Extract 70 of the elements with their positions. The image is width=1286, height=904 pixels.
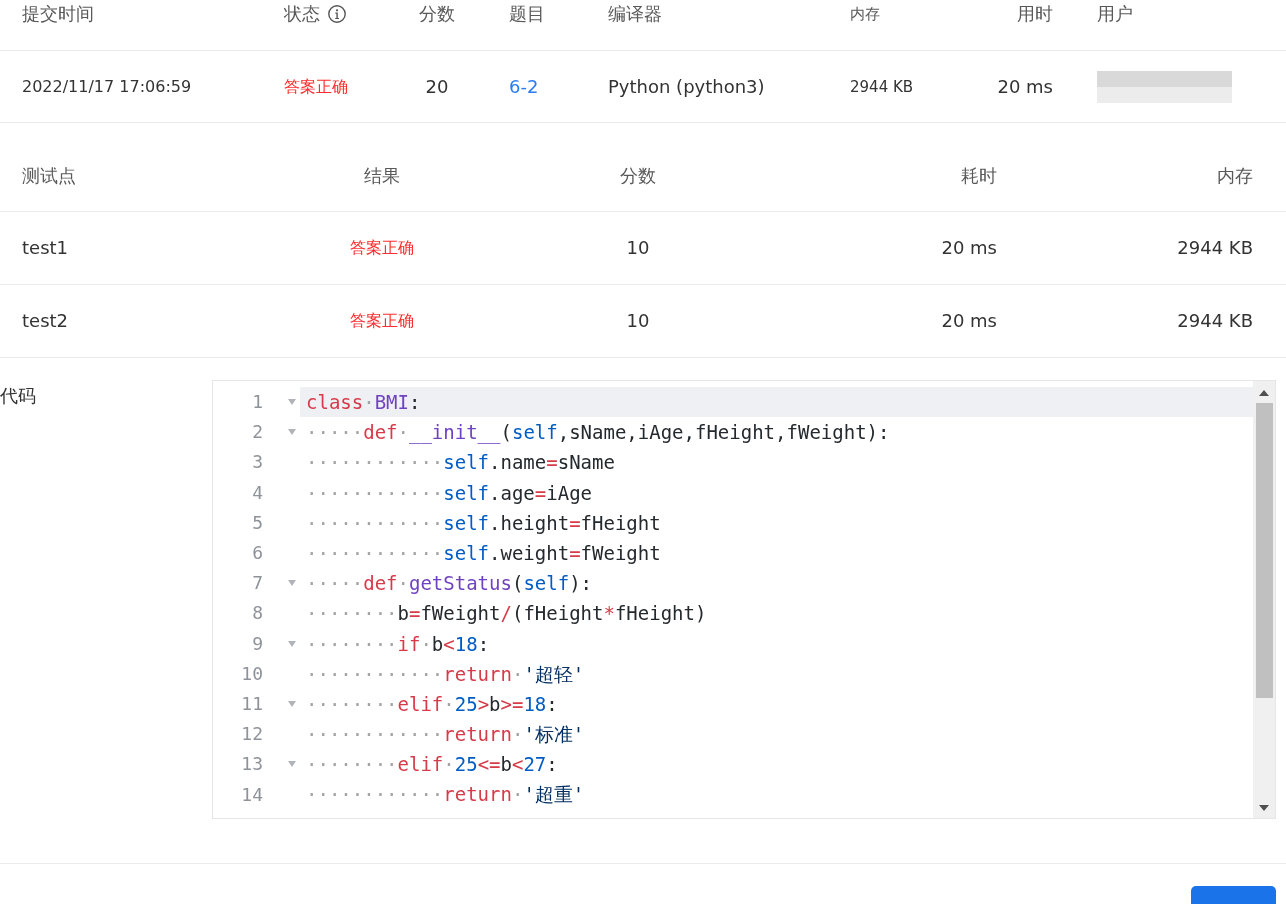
table-cell-text: 2944 KB bbox=[850, 76, 914, 98]
code-line: ············self.height=fHeight bbox=[305, 510, 662, 536]
column-header: 状态 bbox=[284, 2, 320, 26]
column-header: 提交时间 bbox=[22, 2, 94, 26]
column-header: 用时 bbox=[1017, 2, 1053, 26]
table-cell: 10 bbox=[626, 309, 650, 333]
code-line: ········if·b<18: bbox=[305, 631, 491, 657]
line-number: 8 bbox=[252, 601, 263, 626]
table-cell: test1 bbox=[22, 236, 69, 260]
line-number: 1 bbox=[252, 390, 263, 415]
down-arrow-icon[interactable] bbox=[1259, 805, 1269, 811]
line-number: 7 bbox=[252, 571, 263, 596]
column-header: 耗时 bbox=[961, 164, 997, 188]
caret-icon[interactable] bbox=[288, 700, 296, 707]
code-editor[interactable] bbox=[212, 380, 1276, 819]
caret-icon[interactable] bbox=[288, 399, 296, 406]
code-line: ········elif·25<=b<27: bbox=[305, 752, 559, 778]
line-number: 3 bbox=[252, 450, 263, 475]
caret-icon[interactable] bbox=[288, 580, 296, 587]
column-header: 内存 bbox=[1217, 164, 1253, 188]
column-header: 分数 bbox=[620, 164, 656, 188]
column-header: 题目 bbox=[509, 2, 545, 26]
code-line: ·····def·__init__(self,sName,iAge,fHeight,fWeight): bbox=[305, 420, 891, 446]
status-text: 答案正确 bbox=[350, 310, 414, 332]
line-number: 2 bbox=[252, 420, 263, 445]
table-cell: 20 bbox=[425, 74, 449, 99]
column-header: 测试点 bbox=[22, 164, 76, 188]
line-number: 9 bbox=[252, 631, 263, 656]
caret-icon[interactable] bbox=[288, 429, 296, 436]
section-label: 代码 bbox=[0, 385, 36, 406]
code-line: ············self.name=sName bbox=[305, 450, 616, 476]
status-text: 答案正确 bbox=[284, 75, 348, 98]
code-line: ········elif·25>b>=18: bbox=[305, 691, 559, 717]
table-cell: 20 ms bbox=[997, 74, 1053, 99]
line-number: 11 bbox=[241, 691, 263, 716]
line-number: 4 bbox=[252, 480, 263, 505]
line-number: 14 bbox=[241, 782, 263, 807]
line-number: 12 bbox=[241, 722, 263, 747]
line-number: 6 bbox=[252, 541, 263, 566]
status-text: 答案正确 bbox=[350, 237, 414, 259]
column-header: 内存 bbox=[850, 4, 880, 25]
column-header: 结果 bbox=[364, 164, 400, 188]
table-cell: 20 ms bbox=[941, 309, 997, 333]
table-cell-text: 2022/11/17 17:06:59 bbox=[22, 75, 192, 98]
table-cell: test2 bbox=[22, 309, 69, 333]
column-header: 用户 bbox=[1097, 2, 1133, 26]
table-cell: 10 bbox=[626, 236, 650, 260]
problem-link[interactable]: 6-2 bbox=[509, 74, 539, 99]
caret-icon[interactable] bbox=[288, 640, 296, 647]
scrollbar[interactable] bbox=[1253, 381, 1275, 818]
column-header: 编译器 bbox=[608, 2, 662, 26]
up-arrow-icon[interactable] bbox=[1259, 390, 1269, 396]
code-line: ········b=fWeight/(fHeight*fHeight) bbox=[305, 601, 708, 627]
info-icon[interactable] bbox=[328, 5, 346, 23]
code-line: ············self.weight=fWeight bbox=[305, 540, 662, 566]
code-line: ············self.age=iAge bbox=[305, 480, 594, 506]
table-cell: 2944 KB bbox=[1177, 309, 1253, 333]
table-cell: 2944 KB bbox=[1177, 236, 1253, 260]
line-number: 10 bbox=[241, 661, 263, 686]
line-number: 5 bbox=[252, 510, 263, 535]
line-number: 13 bbox=[241, 752, 263, 777]
scrollbar-thumb[interactable] bbox=[1255, 403, 1273, 698]
caret-icon[interactable] bbox=[288, 761, 296, 768]
code-line: ············return·'超重' bbox=[305, 782, 586, 808]
code-line: ············return·'超轻' bbox=[305, 661, 586, 687]
code-line: ············return·'标准' bbox=[305, 722, 586, 748]
table-cell: Python (python3) bbox=[608, 74, 765, 99]
table-cell: 20 ms bbox=[941, 236, 997, 260]
column-header: 分数 bbox=[419, 2, 455, 26]
code-line: ·····def·getStatus(self): bbox=[305, 571, 594, 597]
